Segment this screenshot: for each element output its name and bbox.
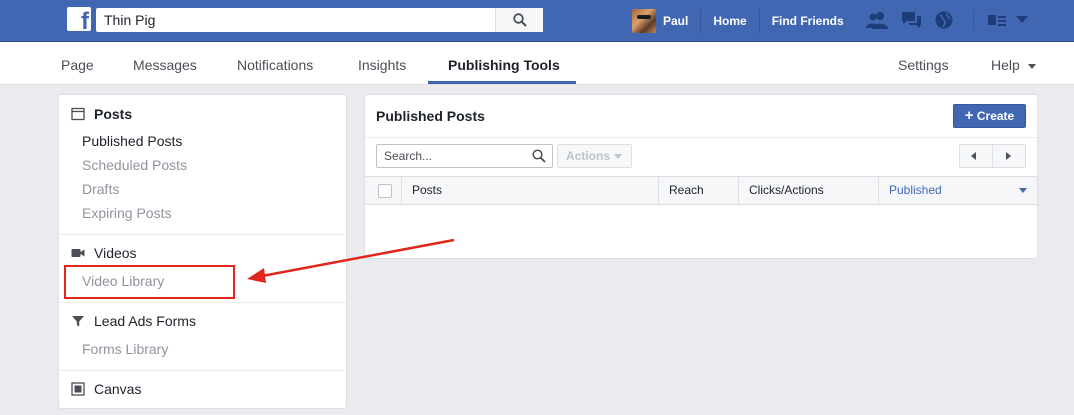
privacy-shortcuts-icon[interactable] — [988, 14, 1008, 26]
tab-page[interactable]: Page — [61, 42, 94, 85]
profile-link[interactable]: Paul — [656, 9, 702, 33]
global-search — [96, 8, 543, 32]
sidebar-item-published-posts[interactable]: Published Posts — [82, 133, 182, 149]
sidebar-item-forms-library[interactable]: Forms Library — [82, 341, 168, 357]
notifications-globe-icon[interactable] — [935, 11, 953, 29]
messages-icon[interactable] — [900, 11, 922, 29]
search-button[interactable] — [495, 8, 543, 32]
sidebar-divider — [59, 302, 346, 303]
published-posts-panel: Published Posts + Create Actions Posts R… — [364, 94, 1038, 259]
lead-ads-header-label: Lead Ads Forms — [94, 313, 196, 329]
sidebar-divider — [59, 234, 346, 235]
canvas-header-label: Canvas — [94, 381, 142, 397]
actions-dropdown[interactable]: Actions — [557, 144, 632, 168]
tab-settings[interactable]: Settings — [898, 42, 949, 85]
posts-search — [376, 144, 553, 168]
videos-header-label: Videos — [94, 245, 137, 261]
page-tabs-bar: Page Messages Notifications Insights Pub… — [0, 42, 1074, 85]
global-search-input[interactable] — [96, 8, 494, 32]
column-header-published-label: Published — [889, 183, 942, 197]
sort-descending-icon — [1019, 188, 1027, 193]
posts-icon — [71, 107, 85, 121]
account-menu-caret-icon[interactable] — [1016, 16, 1028, 24]
canvas-icon — [71, 382, 85, 396]
next-page-icon[interactable] — [1006, 152, 1011, 160]
video-camera-icon — [71, 249, 85, 257]
top-navigation-bar: f Paul Home Find Friends — [0, 0, 1074, 42]
select-all-checkbox[interactable] — [378, 184, 392, 198]
sidebar-divider — [59, 370, 346, 371]
user-avatar[interactable] — [632, 9, 656, 33]
pagination-control — [959, 144, 1026, 168]
home-link[interactable]: Home — [701, 9, 760, 33]
posts-section-header: Posts — [71, 106, 132, 122]
panel-divider — [365, 137, 1037, 138]
tab-help[interactable]: Help — [991, 42, 1036, 85]
annotation-highlight-box — [64, 265, 235, 299]
tab-notifications[interactable]: Notifications — [237, 42, 313, 85]
find-friends-link[interactable]: Find Friends — [760, 9, 856, 33]
canvas-section-header[interactable]: Canvas — [71, 381, 141, 397]
create-button-label: Create — [976, 109, 1015, 123]
videos-section-header: Videos — [71, 245, 137, 261]
pager-separator — [992, 145, 993, 167]
friend-requests-icon[interactable] — [866, 11, 888, 29]
search-icon — [532, 149, 546, 163]
sidebar-item-drafts[interactable]: Drafts — [82, 181, 119, 197]
actions-label: Actions — [566, 149, 611, 163]
tab-help-label: Help — [991, 57, 1020, 73]
chevron-down-icon — [614, 154, 622, 159]
column-header-published[interactable]: Published — [878, 177, 1037, 204]
search-icon — [513, 13, 527, 27]
tab-publishing-tools[interactable]: Publishing Tools — [448, 42, 560, 85]
top-nav-links: Paul Home Find Friends — [632, 8, 856, 34]
posts-header-label: Posts — [94, 106, 133, 122]
posts-table-header: Posts Reach Clicks/Actions Published — [365, 176, 1037, 205]
create-button[interactable]: + Create — [953, 104, 1026, 128]
previous-page-icon[interactable] — [971, 152, 976, 160]
panel-title: Published Posts — [376, 108, 485, 124]
publishing-tools-sidebar: Posts Published Posts Scheduled Posts Dr… — [58, 94, 347, 409]
tab-insights[interactable]: Insights — [358, 42, 406, 85]
column-header-clicks-actions[interactable]: Clicks/Actions — [738, 177, 878, 204]
active-tab-indicator — [428, 81, 576, 84]
facebook-logo-icon[interactable]: f — [67, 7, 91, 31]
sidebar-item-expiring-posts[interactable]: Expiring Posts — [82, 205, 171, 221]
column-header-reach[interactable]: Reach — [658, 177, 738, 204]
tab-messages[interactable]: Messages — [133, 42, 197, 85]
sidebar-item-scheduled-posts[interactable]: Scheduled Posts — [82, 157, 187, 173]
help-caret-icon — [1027, 63, 1036, 69]
plus-icon: + — [964, 107, 974, 124]
nav-separator — [973, 11, 974, 29]
posts-search-input[interactable] — [377, 145, 527, 167]
column-header-posts[interactable]: Posts — [401, 177, 658, 204]
select-all-cell — [365, 177, 401, 204]
filter-icon — [72, 316, 84, 327]
lead-ads-section-header: Lead Ads Forms — [71, 313, 196, 329]
